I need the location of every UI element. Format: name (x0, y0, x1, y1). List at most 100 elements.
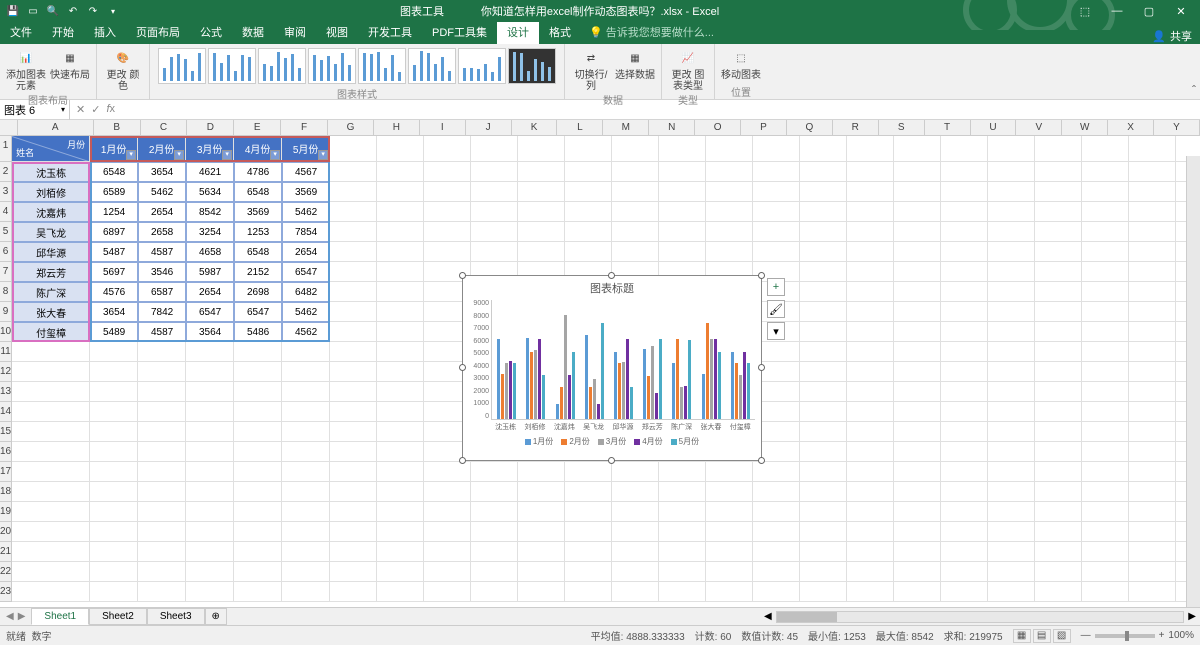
cell[interactable] (330, 482, 377, 502)
switch-row-col-button[interactable]: ⇄切换行/列 (571, 46, 611, 92)
cell[interactable] (1129, 542, 1176, 562)
row-header[interactable]: 2 (0, 162, 12, 182)
cell[interactable] (12, 462, 90, 482)
cell[interactable] (894, 342, 941, 362)
cell[interactable] (424, 542, 471, 562)
cell[interactable] (471, 136, 518, 162)
cell[interactable] (12, 482, 90, 502)
cell[interactable] (612, 162, 659, 182)
cell[interactable] (1082, 136, 1129, 162)
row-header[interactable]: 19 (0, 502, 12, 522)
cell[interactable] (565, 162, 612, 182)
cell[interactable] (518, 482, 565, 502)
cell[interactable] (753, 582, 800, 602)
cell[interactable] (90, 442, 138, 462)
cell[interactable] (847, 462, 894, 482)
resize-handle[interactable] (608, 272, 615, 279)
ribbon-tab[interactable]: 公式 (190, 20, 232, 44)
cell[interactable] (894, 322, 941, 342)
row-header[interactable]: 23 (0, 582, 12, 602)
cell[interactable]: 3569 (282, 182, 330, 202)
cell[interactable] (894, 242, 941, 262)
cell[interactable]: 2654 (282, 242, 330, 262)
cell[interactable] (471, 582, 518, 602)
cell[interactable] (706, 462, 753, 482)
cell[interactable] (1129, 342, 1176, 362)
cell[interactable] (1129, 182, 1176, 202)
cell[interactable]: 3654 (138, 162, 186, 182)
cell[interactable]: 6547 (234, 302, 282, 322)
cell[interactable] (377, 522, 424, 542)
row-header[interactable]: 18 (0, 482, 12, 502)
cell[interactable] (377, 322, 424, 342)
cell[interactable] (659, 162, 706, 182)
worksheet-grid[interactable]: ABCDEFGHIJKLMNOPQRSTUVWXY 12345678910111… (0, 120, 1200, 607)
cell[interactable] (1082, 322, 1129, 342)
filter-dropdown-icon[interactable]: ▾ (126, 150, 136, 160)
cell[interactable] (847, 442, 894, 462)
cell[interactable] (234, 342, 282, 362)
cell[interactable] (941, 136, 988, 162)
column-header[interactable]: K (512, 120, 558, 135)
cell[interactable] (90, 542, 138, 562)
cell[interactable] (800, 162, 847, 182)
cell[interactable] (753, 562, 800, 582)
cell[interactable]: 6547 (186, 302, 234, 322)
cell[interactable]: 4562 (282, 322, 330, 342)
cell[interactable] (138, 542, 186, 562)
cell[interactable] (988, 542, 1035, 562)
cell[interactable] (1082, 442, 1129, 462)
sheet-tab[interactable]: Sheet3 (147, 608, 205, 625)
column-header[interactable]: F (281, 120, 328, 135)
cell[interactable] (186, 462, 234, 482)
cell[interactable] (565, 482, 612, 502)
row-header[interactable]: 13 (0, 382, 12, 402)
cell[interactable] (234, 502, 282, 522)
cell[interactable] (800, 542, 847, 562)
cell[interactable] (186, 422, 234, 442)
cell[interactable] (847, 242, 894, 262)
cell[interactable] (941, 482, 988, 502)
filter-dropdown-icon[interactable]: ▾ (174, 150, 184, 160)
zoom-in-button[interactable]: + (1159, 630, 1165, 641)
cell[interactable] (847, 182, 894, 202)
column-header[interactable]: E (234, 120, 281, 135)
qat-more-icon[interactable]: ▾ (106, 4, 120, 18)
cell[interactable] (800, 362, 847, 382)
cell[interactable] (471, 462, 518, 482)
column-header[interactable]: X (1108, 120, 1154, 135)
chart-style-thumb[interactable] (158, 48, 206, 84)
ribbon-options-icon[interactable]: ⬚ (1070, 2, 1100, 20)
cell[interactable] (800, 242, 847, 262)
cell[interactable]: 2654 (186, 282, 234, 302)
cell[interactable] (90, 562, 138, 582)
column-header[interactable]: R (833, 120, 879, 135)
cell[interactable] (988, 402, 1035, 422)
cell[interactable] (612, 242, 659, 262)
cell[interactable] (941, 282, 988, 302)
cell[interactable] (847, 342, 894, 362)
cell[interactable] (282, 542, 330, 562)
cell[interactable] (800, 262, 847, 282)
change-colors-button[interactable]: 🎨更改 颜色 (103, 46, 143, 92)
select-all-corner[interactable] (0, 120, 18, 135)
cell[interactable] (706, 502, 753, 522)
cell[interactable] (90, 422, 138, 442)
cell[interactable] (1082, 362, 1129, 382)
row-header[interactable]: 15 (0, 422, 12, 442)
cell[interactable] (186, 342, 234, 362)
cell[interactable] (894, 182, 941, 202)
cell[interactable] (330, 442, 377, 462)
cell[interactable] (1035, 402, 1082, 422)
cell[interactable] (753, 242, 800, 262)
embedded-chart[interactable]: 图表标题 90008000700060005000400030002000100… (462, 275, 762, 461)
zoom-slider[interactable] (1095, 634, 1155, 638)
cell[interactable] (1082, 462, 1129, 482)
cell[interactable] (518, 542, 565, 562)
cell[interactable] (988, 562, 1035, 582)
cell[interactable] (377, 442, 424, 462)
cell[interactable] (518, 522, 565, 542)
cell[interactable] (234, 542, 282, 562)
column-header[interactable]: N (649, 120, 695, 135)
cell[interactable]: 3254 (186, 222, 234, 242)
